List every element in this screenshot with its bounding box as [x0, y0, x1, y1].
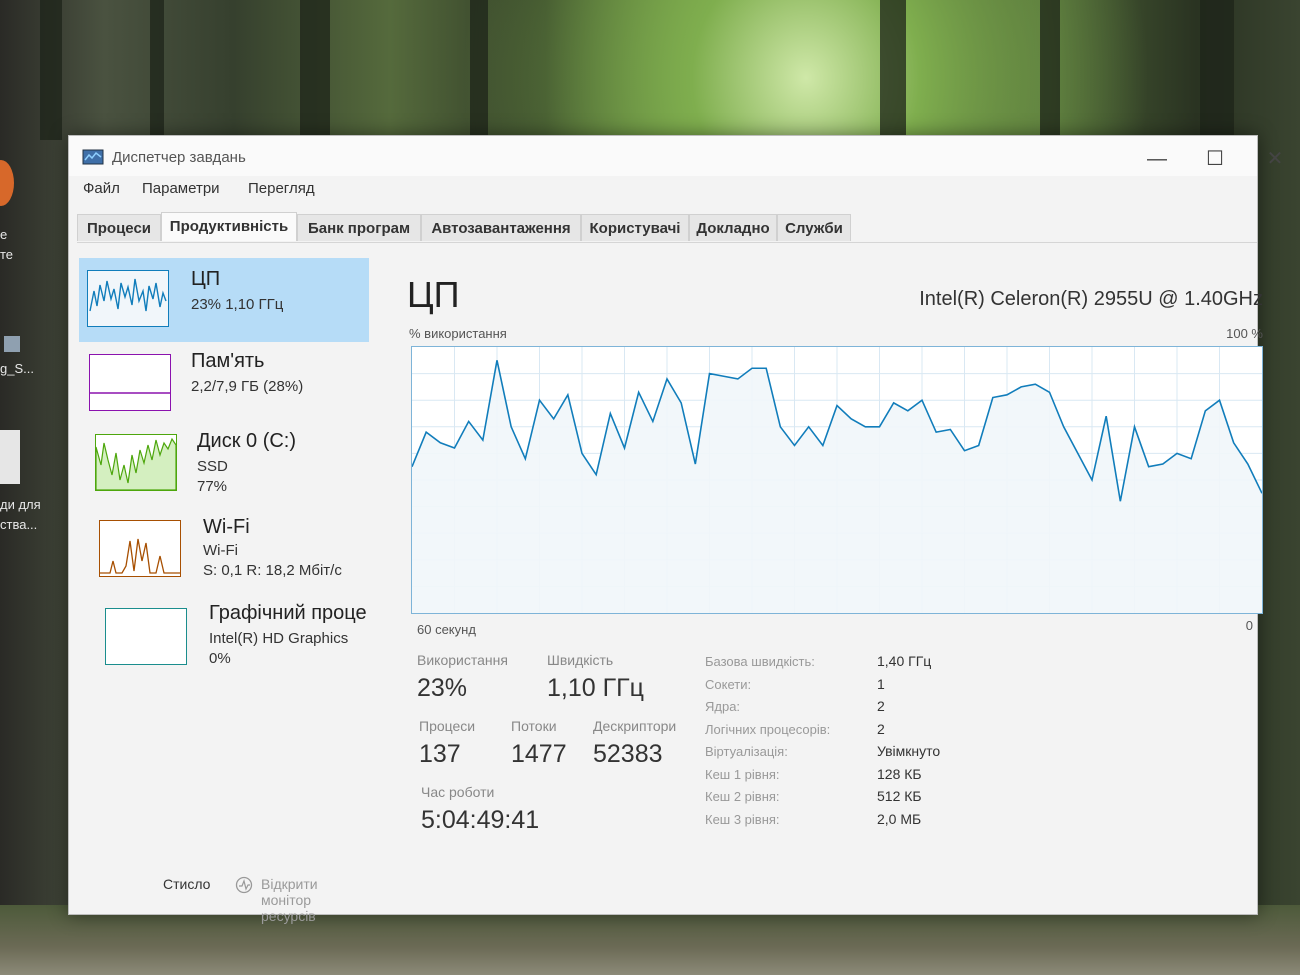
desktop-label: ства... — [0, 517, 38, 532]
spec-key: Базова швидкість: — [705, 654, 815, 669]
spec-value: 128 КБ — [877, 765, 922, 782]
resource-sidebar: ЦП 23% 1,10 ГГц Пам'ять 2,2/7,9 ГБ (28%)… — [79, 254, 371, 684]
tab-app-history[interactable]: Банк програм — [297, 214, 421, 241]
menu-bar: Файл Параметри Перегляд — [69, 180, 1257, 202]
uptime-value: 5:04:49:41 — [421, 806, 540, 834]
cpu-detail-pane: ЦП Intel(R) Celeron(R) 2955U @ 1.40GHz %… — [407, 268, 1267, 908]
spec-key: Кеш 3 рівня: — [705, 811, 780, 827]
graph-time-label: 60 секунд — [417, 622, 476, 637]
sidebar-item-cpu[interactable]: ЦП 23% 1,10 ГГц — [79, 258, 369, 342]
graph-y-label: % використання — [409, 326, 507, 341]
open-resource-monitor-link[interactable]: Відкрити монітор ресурсів — [261, 876, 318, 924]
sidebar-item-detail: Wi-Fi — [203, 542, 238, 559]
desktop-label: те — [0, 247, 14, 262]
wallpaper-trunk — [150, 0, 164, 140]
cpu-usage-graph — [411, 346, 1263, 614]
wallpaper-trunk — [880, 0, 906, 140]
wifi-thumbnail — [99, 520, 181, 577]
spec-value: 2 — [877, 720, 885, 737]
sidebar-item-detail: Intel(R) HD Graphics — [209, 630, 349, 647]
spec-value: 1 — [877, 675, 885, 692]
tab-startup[interactable]: Автозавантаження — [421, 214, 581, 241]
wallpaper-trunk — [300, 0, 330, 140]
spec-key: Віртуалізація: — [705, 744, 788, 759]
cpu-model-name: Intel(R) Celeron(R) 2955U @ 1.40GHz — [919, 288, 1263, 310]
menu-file[interactable]: Файл — [83, 180, 120, 197]
tab-strip: Процеси Продуктивність Банк програм Авто… — [77, 212, 1257, 243]
task-manager-window: Диспетчер завдань — ☐ ✕ Файл Параметри П… — [68, 135, 1283, 924]
sidebar-item-title: Пам'ять — [191, 350, 265, 372]
task-manager-icon — [82, 149, 104, 165]
desktop-icon-orange[interactable] — [0, 160, 14, 206]
cpu-thumbnail — [87, 270, 169, 327]
usage-label: Використання — [417, 652, 508, 668]
spec-value: Увімкнуто — [877, 743, 941, 759]
spec-key: Логічних процесорів: — [705, 721, 831, 737]
sidebar-item-wifi[interactable]: Wi-Fi Wi-Fi S: 0,1 R: 18,2 Мбіт/с — [79, 512, 369, 596]
disk-thumbnail — [95, 434, 177, 491]
threads-value: 1477 — [511, 740, 567, 768]
sidebar-item-title: Диск 0 (C:) — [197, 430, 297, 452]
desktop-icon-app[interactable] — [4, 336, 20, 352]
processes-label: Процеси — [419, 718, 476, 734]
tab-performance[interactable]: Продуктивність — [161, 212, 297, 241]
spec-key: Сокети: — [705, 676, 752, 692]
desktop-label: g_S... — [0, 361, 34, 376]
speed-label: Швидкість — [547, 652, 614, 668]
fewer-details-button[interactable]: Стисло — [163, 876, 210, 892]
spec-value: 1,40 ГГц — [877, 653, 932, 669]
processes-value: 137 — [419, 740, 461, 768]
resource-monitor-icon — [235, 876, 253, 894]
tab-services[interactable]: Служби — [777, 214, 851, 241]
threads-label: Потоки — [511, 718, 557, 734]
usage-value: 23% — [417, 674, 468, 702]
spec-key: Кеш 2 рівня: — [705, 789, 780, 804]
desktop-label: е — [0, 227, 8, 242]
sidebar-item-detail: 23% 1,10 ГГц — [191, 296, 284, 313]
window-title: Диспетчер завдань — [112, 149, 246, 166]
sidebar-item-detail: 0% — [209, 650, 231, 667]
handles-label: Дескриптори — [593, 718, 677, 734]
handles-value: 52383 — [593, 740, 663, 768]
minimize-button[interactable]: — — [1135, 144, 1179, 174]
wallpaper-trunk — [1200, 0, 1234, 140]
graph-y-max-label: 100 % — [1226, 326, 1263, 341]
gpu-thumbnail — [105, 608, 187, 665]
sidebar-item-detail: 2,2/7,9 ГБ (28%) — [191, 378, 304, 395]
desktop-label: ди для — [0, 497, 41, 512]
tab-users[interactable]: Користувачі — [581, 214, 689, 241]
spec-value: 2 — [877, 698, 885, 714]
wallpaper-ground — [0, 905, 1300, 975]
tab-details[interactable]: Докладно — [689, 214, 777, 241]
sidebar-item-title: Графічний проце — [209, 602, 367, 624]
menu-view[interactable]: Перегляд — [248, 180, 315, 197]
close-button[interactable]: ✕ — [1253, 144, 1297, 174]
page-title: ЦП — [407, 274, 460, 315]
sidebar-item-detail: S: 0,1 R: 18,2 Мбіт/с — [203, 562, 342, 579]
sidebar-item-memory[interactable]: Пам'ять 2,2/7,9 ГБ (28%) — [79, 342, 369, 426]
tab-processes[interactable]: Процеси — [77, 214, 161, 241]
wallpaper-trunk — [1040, 0, 1060, 140]
sidebar-item-disk[interactable]: Диск 0 (C:) SSD 77% — [79, 426, 369, 510]
sidebar-item-detail: SSD — [197, 458, 228, 475]
spec-key: Ядра: — [705, 699, 741, 714]
desktop-icon-file[interactable] — [0, 430, 20, 484]
spec-value: 512 КБ — [877, 788, 922, 804]
menu-options[interactable]: Параметри — [142, 180, 220, 197]
memory-thumbnail — [89, 354, 171, 411]
sidebar-item-detail: 77% — [197, 478, 228, 495]
wallpaper-trunk — [470, 0, 488, 140]
speed-value: 1,10 ГГц — [547, 674, 644, 702]
maximize-button[interactable]: ☐ — [1193, 144, 1237, 174]
spec-value: 2,0 МБ — [877, 810, 922, 827]
sidebar-item-gpu[interactable]: Графічний проце Intel(R) HD Graphics 0% — [79, 598, 369, 682]
sidebar-item-title: Wi-Fi — [203, 516, 250, 538]
title-bar[interactable]: Диспетчер завдань — ☐ ✕ — [69, 136, 1283, 176]
sidebar-item-title: ЦП — [191, 268, 221, 290]
graph-y-min-label: 0 — [1245, 618, 1253, 633]
spec-key: Кеш 1 рівня: — [705, 766, 780, 782]
uptime-label: Час роботи — [421, 784, 495, 800]
wallpaper-trunk — [40, 0, 62, 140]
